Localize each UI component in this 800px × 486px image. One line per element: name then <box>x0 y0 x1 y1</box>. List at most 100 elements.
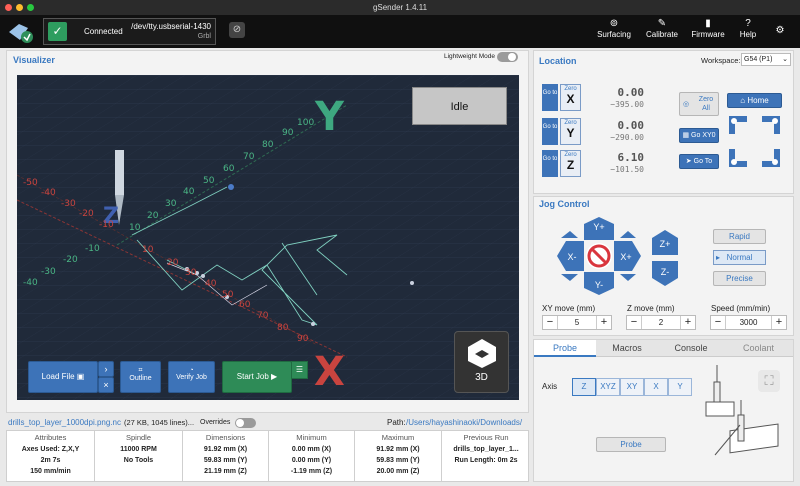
lightweight-mode-toggle[interactable] <box>497 52 518 62</box>
calibrate-icon: ✎ <box>657 18 667 29</box>
neg-tick: -20 <box>79 209 94 219</box>
zero-x-button[interactable]: Zero X <box>560 84 581 111</box>
connection-box[interactable]: ✓ Connected /dev/tty.usbserial-1430 Grbl <box>43 18 216 45</box>
speed-label: Speed (mm/min) <box>711 304 771 313</box>
settings-button[interactable]: ⚙ <box>772 24 788 53</box>
close-file-button[interactable]: × <box>98 377 114 393</box>
go-xy0-button[interactable]: ▦ Go XY0 <box>679 128 719 143</box>
zero-z-button[interactable]: Zero Z <box>560 150 581 177</box>
minus-icon[interactable]: − <box>543 316 557 329</box>
lightweight-mode-label: Lightweight Mode <box>444 53 495 60</box>
x-tick: 80 <box>277 323 289 333</box>
verify-job-button[interactable]: ◔ Verify Job <box>168 361 215 393</box>
overrides-toggle[interactable] <box>235 418 256 428</box>
probe-axis-label: Axis <box>542 382 558 391</box>
navigate-icon: ➤ <box>685 158 692 165</box>
z-work-value[interactable]: 6.10 <box>596 151 645 164</box>
normal-button[interactable]: ▸ Normal <box>713 250 766 265</box>
recent-files-button[interactable]: › <box>98 361 114 377</box>
y-tick: 20 <box>147 211 159 221</box>
y-tick: 70 <box>243 152 255 162</box>
fullscreen-icon[interactable]: ⛶ <box>758 370 780 392</box>
maximize-window-button[interactable] <box>27 4 34 11</box>
y-axis-label: Y <box>314 94 345 140</box>
x-tick: 70 <box>257 311 269 321</box>
nav-firmware[interactable]: ▮ Firmware <box>688 17 728 46</box>
close-window-button[interactable] <box>5 4 12 11</box>
nav-help[interactable]: ? Help <box>734 17 762 46</box>
jog-z-minus-button[interactable]: Z- <box>650 267 680 277</box>
outline-button[interactable]: ⌗ Outline <box>120 361 161 393</box>
jog-z-plus-button[interactable]: Z+ <box>650 239 680 249</box>
probe-axis-z[interactable]: Z <box>572 378 596 396</box>
y-tick: 10 <box>129 223 141 233</box>
disconnect-icon[interactable]: ⊘ <box>229 22 245 38</box>
zero-all-button[interactable]: ◎ Zero All <box>679 92 719 116</box>
nav-calibrate[interactable]: ✎ Calibrate <box>642 17 682 46</box>
minus-icon[interactable]: − <box>711 316 725 329</box>
x-work-value[interactable]: 0.00 <box>596 86 645 99</box>
stat-minimum: Minimum 0.00 mm (X) 0.00 mm (Y) -1.19 mm (Z… <box>269 431 355 481</box>
goto-x-button[interactable]: Go to <box>542 84 558 111</box>
tab-macros[interactable]: Macros <box>596 340 658 357</box>
load-file-button[interactable]: Load File ▣ <box>28 361 98 393</box>
y-tick: 80 <box>262 140 274 150</box>
stop-icon <box>587 244 611 268</box>
speed-stepper[interactable]: −3000 + <box>710 315 787 330</box>
tab-probe[interactable]: Probe <box>534 340 596 357</box>
firmware-icon: ▮ <box>705 18 711 29</box>
y-machine-value: −290.00 <box>610 133 644 142</box>
jog-x-plus-button[interactable]: X+ <box>616 252 636 262</box>
plus-icon[interactable]: + <box>772 316 786 329</box>
tab-console[interactable]: Console <box>658 340 724 357</box>
nav-surfacing[interactable]: ⊚ Surfacing <box>594 17 634 46</box>
probe-axis-xyz[interactable]: XYZ <box>596 378 620 396</box>
workspace-label: Workspace: <box>701 56 741 65</box>
visualizer-canvas[interactable]: Z Y X 10 20 30 40 50 60 70 80 90 100 10 20 30 4… <box>17 75 519 400</box>
plus-icon[interactable]: + <box>681 316 695 329</box>
start-job-button[interactable]: Start Job ▶ <box>222 361 292 393</box>
probe-axis-x[interactable]: X <box>644 378 668 396</box>
view-3d-button[interactable]: 3D <box>454 331 509 393</box>
x-tick: 50 <box>222 290 234 300</box>
connected-check-icon: ✓ <box>48 22 67 41</box>
stat-previous-run: Previous Run drills_top_layer_1... Run Len… <box>453 433 519 464</box>
z-move-stepper[interactable]: −2 + <box>626 315 696 330</box>
help-icon: ? <box>745 18 751 29</box>
job-options-button[interactable]: ☰ <box>291 361 308 379</box>
xy-move-stepper[interactable]: −5 + <box>542 315 612 330</box>
y-tick: 40 <box>183 187 195 197</box>
rapid-button[interactable]: Rapid <box>713 229 766 244</box>
workspace-select[interactable]: G54 (P1) ⌄ <box>741 53 791 66</box>
tab-coolant[interactable]: Coolant <box>724 340 793 357</box>
go-to-button[interactable]: ➤ Go To <box>679 154 719 169</box>
jog-y-minus-button[interactable]: Y- <box>584 280 614 290</box>
jog-y-plus-button[interactable]: Y+ <box>584 222 614 232</box>
jog-x-minus-button[interactable]: X- <box>562 252 582 262</box>
plus-icon[interactable]: + <box>597 316 611 329</box>
connection-status: Connected <box>84 27 123 36</box>
minus-icon[interactable]: − <box>627 316 641 329</box>
connection-port: /dev/tty.usbserial-1430 <box>131 22 211 31</box>
y-axis-row: Go to Zero Y <box>542 118 587 145</box>
close-icon: × <box>103 380 109 390</box>
home-button[interactable]: ⌂ Home <box>727 93 782 108</box>
file-name-link[interactable]: drills_top_layer_1000dpi.png.nc <box>8 418 121 427</box>
goto-z-button[interactable]: Go to <box>542 150 558 177</box>
firmware-label: Grbl <box>197 33 211 40</box>
speedometer-icon: ◔ <box>189 367 194 374</box>
probe-button[interactable]: Probe <box>596 437 666 452</box>
surfacing-icon: ⊚ <box>609 18 619 29</box>
probe-axis-xy[interactable]: XY <box>620 378 644 396</box>
precise-button[interactable]: Precise <box>713 271 766 286</box>
stop-jog-button[interactable] <box>586 243 612 269</box>
goto-y-button[interactable]: Go to <box>542 118 558 145</box>
title-bar: gSender 1.4.11 <box>0 0 800 15</box>
probe-axis-y[interactable]: Y <box>668 378 692 396</box>
neg-tick: -40 <box>41 188 56 198</box>
outline-icon: ⌗ <box>138 367 143 374</box>
minimize-window-button[interactable] <box>16 4 23 11</box>
y-work-value[interactable]: 0.00 <box>596 119 645 132</box>
path-link[interactable]: /Users/hayashinaoki/Downloads/ <box>406 418 522 427</box>
zero-y-button[interactable]: Zero Y <box>560 118 581 145</box>
